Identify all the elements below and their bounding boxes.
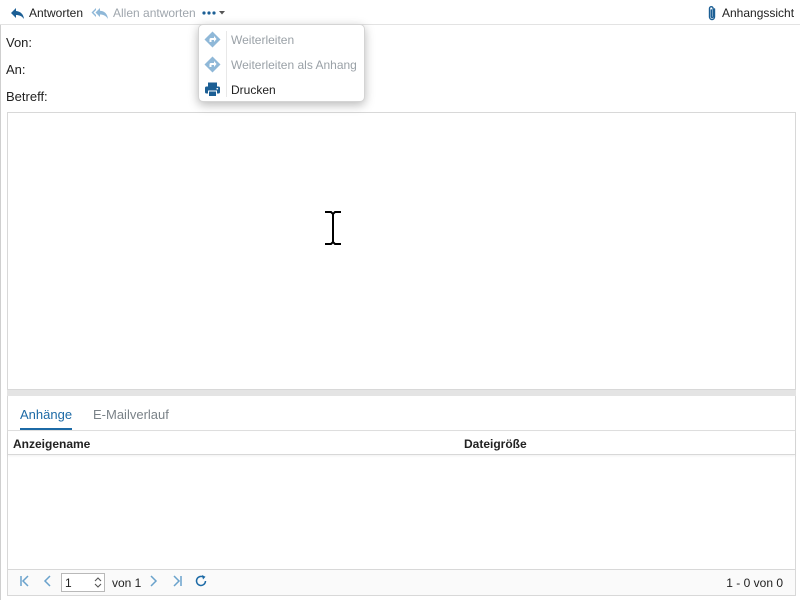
menu-item-print[interactable]: Drucken	[199, 79, 364, 101]
menu-item-forward[interactable]: Weiterleiten	[199, 29, 364, 51]
column-display-name[interactable]: Anzeigename	[13, 437, 90, 451]
more-actions-menu: Weiterleiten Weiterleiten als Anhang Dru…	[198, 24, 365, 102]
more-actions-button[interactable]	[202, 4, 225, 22]
column-file-size[interactable]: Dateigröße	[464, 437, 527, 451]
menu-item-forward-as-attachment[interactable]: Weiterleiten als Anhang	[199, 54, 364, 76]
caret-down-icon	[219, 11, 225, 15]
reply-all-button[interactable]: Allen antworten	[91, 4, 196, 22]
pager: von 1 1 - 0 von 0	[8, 569, 795, 595]
item-count-label: 1 - 0 von 0	[726, 576, 783, 590]
last-page-icon[interactable]	[171, 575, 183, 587]
menu-item-forward-as-attachment-label: Weiterleiten als Anhang	[231, 58, 357, 72]
printer-icon	[205, 82, 220, 97]
menu-item-forward-label: Weiterleiten	[231, 33, 295, 47]
subject-label: Betreff:	[6, 89, 48, 104]
text-cursor-icon	[325, 211, 341, 245]
reply-all-label: Allen antworten	[113, 6, 196, 20]
from-label: Von:	[6, 35, 33, 50]
forward-icon	[204, 31, 221, 48]
tab-bar: Anhänge E-Mailverlauf	[8, 396, 795, 431]
to-label: An:	[6, 62, 26, 77]
attachment-view-button[interactable]: Anhangssicht	[706, 4, 794, 22]
previous-page-icon[interactable]	[43, 575, 53, 587]
reply-label: Antworten	[29, 6, 84, 20]
attachments-panel: Anhänge E-Mailverlauf Anzeigename Dateig…	[7, 396, 796, 596]
reply-button[interactable]: Antworten	[10, 4, 83, 22]
more-dots-icon	[202, 11, 216, 15]
refresh-icon[interactable]	[194, 574, 208, 588]
first-page-icon[interactable]	[19, 575, 31, 587]
tab-attachments[interactable]: Anhänge	[20, 407, 73, 430]
message-body[interactable]	[7, 112, 796, 390]
next-page-icon[interactable]	[148, 575, 158, 587]
grid-header: Anzeigename Dateigröße	[8, 432, 795, 455]
forward-icon	[204, 56, 221, 73]
page-of-label: von 1	[112, 576, 142, 590]
attachment-view-label: Anhangssicht	[722, 6, 795, 20]
toolbar: Antworten Allen antworten Anhangssicht	[0, 0, 800, 25]
page-spinner-icon[interactable]	[92, 574, 104, 591]
window-left-edge	[0, 25, 1, 600]
tab-email-history[interactable]: E-Mailverlauf	[93, 407, 169, 428]
reply-icon	[11, 7, 24, 19]
paperclip-icon	[708, 5, 716, 20]
reply-all-icon	[91, 7, 108, 19]
menu-item-print-label: Drucken	[231, 83, 276, 97]
